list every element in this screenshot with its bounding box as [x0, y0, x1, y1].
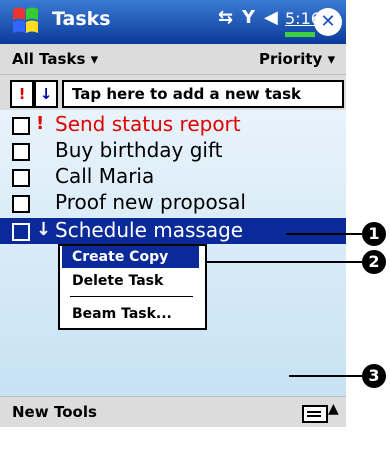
task-name: Call Maria	[55, 164, 155, 188]
sync-icon[interactable]: ⇆	[218, 7, 233, 28]
title-bar: Tasks ⇆ Y ◀ 5:16 ✕	[0, 0, 346, 44]
task-name: Send status report	[55, 112, 241, 136]
task-checkbox[interactable]	[12, 195, 30, 213]
callout-line-3	[289, 375, 362, 377]
task-row-selected[interactable]: ↓ Schedule massage	[0, 218, 346, 244]
input-panel-arrow-icon[interactable]: ▲	[328, 401, 339, 417]
task-name: Buy birthday gift	[55, 138, 223, 162]
task-name: Schedule massage	[55, 218, 244, 242]
battery-indicator	[285, 32, 315, 37]
close-button[interactable]: ✕	[314, 8, 342, 36]
priority-high-icon: !	[36, 113, 45, 134]
callout-line-2	[205, 261, 362, 263]
chevron-down-icon: ▾	[327, 50, 336, 68]
task-checkbox[interactable]	[12, 117, 30, 135]
menu-item-delete-task[interactable]: Delete Task	[62, 270, 199, 292]
priority-low-icon: ↓	[36, 219, 52, 240]
app-title: Tasks	[52, 8, 111, 30]
tools-menu[interactable]: Tools	[54, 403, 97, 421]
callout-2: 2	[362, 250, 386, 274]
new-task-input[interactable]: Tap here to add a new task	[62, 80, 344, 108]
task-checkbox[interactable]	[12, 223, 30, 241]
callout-1: 1	[362, 222, 386, 246]
task-row[interactable]: Buy birthday gift	[0, 138, 346, 164]
context-menu-lower: Beam Task...	[58, 300, 207, 330]
task-row[interactable]: Proof new proposal	[0, 190, 346, 216]
task-row[interactable]: Call Maria	[0, 164, 346, 190]
keyboard-icon[interactable]	[302, 405, 328, 423]
task-row[interactable]: ! Send status report	[0, 112, 346, 138]
callout-3: 3	[362, 364, 386, 388]
task-checkbox[interactable]	[12, 143, 30, 161]
new-menu[interactable]: New	[12, 403, 49, 421]
high-priority-button[interactable]: !	[10, 80, 34, 108]
task-checkbox[interactable]	[12, 169, 30, 187]
category-filter-label: All Tasks	[12, 50, 86, 68]
volume-icon[interactable]: ◀	[264, 7, 278, 28]
sort-label: Priority	[259, 50, 323, 68]
windows-start-icon[interactable]	[10, 5, 40, 37]
signal-off-icon[interactable]: Y	[242, 7, 255, 28]
callout-line-1	[286, 233, 362, 235]
command-bar: New Tools ▲	[0, 396, 346, 427]
chevron-down-icon: ▾	[90, 50, 99, 68]
task-name: Proof new proposal	[55, 190, 246, 214]
sort-dropdown[interactable]: Priority ▾	[259, 50, 335, 68]
menu-item-create-copy[interactable]: Create Copy	[62, 246, 199, 268]
filter-bar: All Tasks ▾ Priority ▾	[0, 44, 346, 75]
menu-separator	[70, 296, 193, 297]
pocketpc-screen: Tasks ⇆ Y ◀ 5:16 ✕ All Tasks ▾ Priority …	[0, 0, 346, 452]
entry-bar: ! ↓ Tap here to add a new task	[0, 75, 346, 110]
category-filter[interactable]: All Tasks ▾	[12, 50, 98, 68]
menu-item-beam-task[interactable]: Beam Task...	[62, 303, 199, 325]
low-priority-button[interactable]: ↓	[34, 80, 58, 108]
